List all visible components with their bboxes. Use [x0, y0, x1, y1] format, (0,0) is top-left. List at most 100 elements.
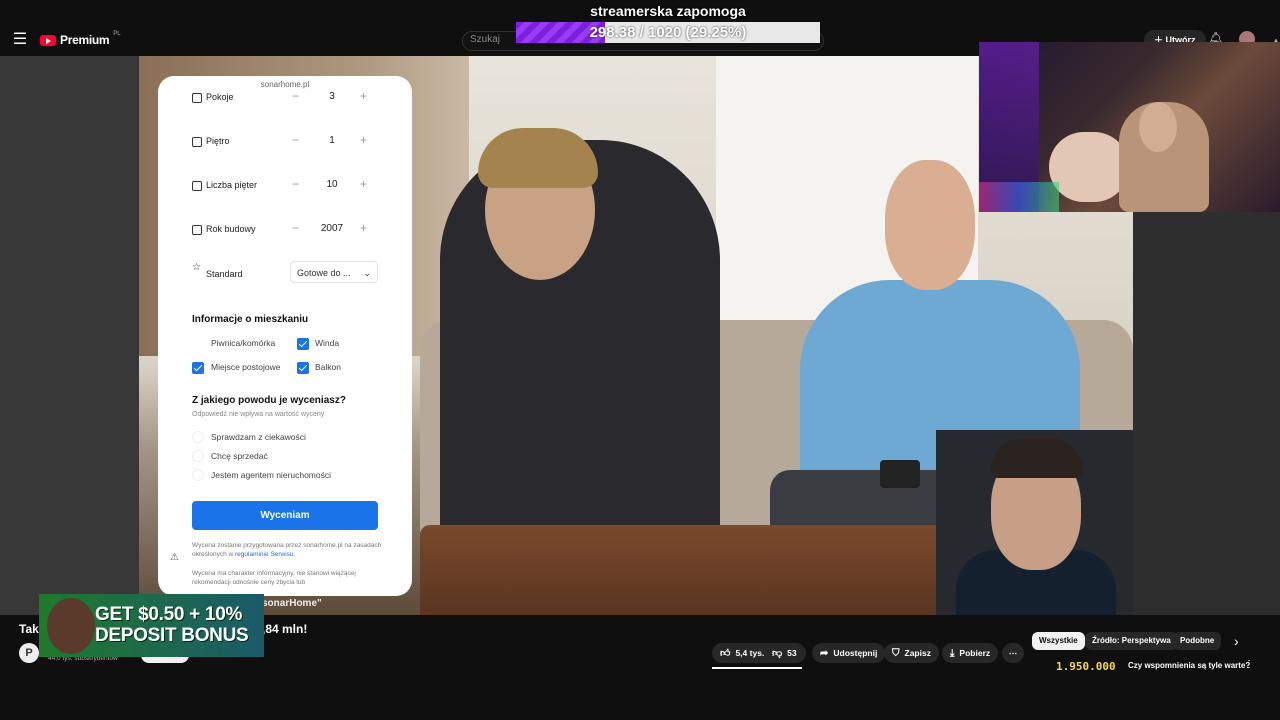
video-backdrop	[0, 56, 139, 615]
chip-source[interactable]: Źródło: Perspektywa	[1085, 632, 1178, 650]
thumbs-down-icon: 👎︎	[772, 648, 783, 659]
warning-icon: ⚠	[170, 552, 179, 563]
row-value[interactable]: 2007	[312, 223, 352, 234]
form-row-pietro: Piętro − 1 +	[192, 133, 382, 157]
checkbox-label: Balkon	[315, 362, 341, 372]
more-vert-icon[interactable]: ⋮	[1244, 659, 1254, 670]
logo-region: PL	[113, 31, 121, 37]
scene-phone	[880, 460, 920, 488]
checkbox-label: Miejsce postojowe	[211, 362, 281, 372]
logo-text: Premium	[60, 33, 110, 47]
form-row-pokoje: Pokoje − 3 +	[192, 89, 382, 113]
scene-table	[420, 525, 980, 615]
goal-progress-text: 298.38 / 1020 (29.25%)	[589, 24, 747, 41]
radio-ciekawosc[interactable]	[192, 431, 204, 443]
download-button[interactable]: ⤓ Pobierz	[942, 643, 999, 663]
decrement-button[interactable]: −	[292, 221, 299, 235]
checkbox-piwnica[interactable]	[192, 338, 204, 350]
radio-label: Chcę sprzedać	[211, 451, 268, 461]
increment-button[interactable]: +	[360, 221, 367, 235]
terms-link[interactable]: regulaminie Serwisu.	[235, 551, 295, 558]
download-label: Pobierz	[959, 648, 991, 658]
row-label: Rok budowy	[206, 224, 256, 234]
hamburger-icon[interactable]: ☰	[10, 30, 30, 50]
share-button[interactable]: ➦ Udostępnij	[812, 643, 886, 663]
row-value[interactable]: 3	[312, 91, 352, 102]
webcam-guest-hair	[991, 438, 1083, 478]
checkbox-winda[interactable]	[297, 338, 309, 350]
ad-mascot-icon	[47, 598, 95, 654]
form-row-rok-budowy: Rok budowy − 2007 +	[192, 221, 382, 245]
form-url: sonarhome.pl	[260, 80, 310, 89]
row-value[interactable]: 10	[312, 179, 352, 190]
increment-button[interactable]: +	[360, 133, 367, 147]
save-label: Zapisz	[904, 648, 931, 658]
checkbox-miejsce-postojowe[interactable]	[192, 362, 204, 374]
recommendation-title[interactable]: Czy wspomnienia są tyle warte?	[1128, 661, 1250, 670]
radio-label: Jestem agentem nieruchomości	[211, 470, 332, 480]
share-icon: ➦	[820, 648, 829, 659]
recommendation-counter: 1.950.000	[1056, 660, 1116, 673]
channel-avatar[interactable]: P	[19, 643, 39, 663]
checkbox-label: Piwnica/komórka	[211, 338, 276, 348]
row-label: Liczba pięter	[206, 180, 258, 190]
form-row-standard: ☆ Standard Gotowe do ... ⌄	[192, 261, 382, 285]
decrement-button[interactable]: −	[292, 177, 299, 191]
info-title: Informacje o mieszkaniu	[192, 314, 309, 325]
dislike-button[interactable]: 👎︎ 53	[768, 643, 806, 663]
reason-subtitle: Odpowiedź nie wpływa na wartość wyceny	[192, 411, 325, 418]
chip-similar[interactable]: Podobne	[1173, 632, 1222, 650]
search-placeholder: Szukaj	[470, 34, 501, 45]
reason-title: Z jakiego powodu je wyceniasz?	[192, 395, 346, 406]
radio-agent[interactable]	[192, 469, 204, 481]
dislike-count: 53	[787, 648, 797, 658]
calendar-icon	[192, 225, 202, 235]
standard-select[interactable]: Gotowe do ... ⌄	[290, 261, 378, 283]
checkbox-balkon[interactable]	[297, 362, 309, 374]
decrement-button[interactable]: −	[292, 133, 299, 147]
more-actions-button[interactable]: ⋯	[1002, 643, 1024, 663]
fine-print-2: Wycena ma charakter informacyjny, nie st…	[192, 570, 356, 586]
goal-title: streamerska zapomoga	[590, 3, 746, 19]
standard-value: Gotowe do ...	[297, 268, 351, 278]
bookmark-icon: ⛉	[892, 648, 900, 659]
increment-button[interactable]: +	[360, 177, 367, 191]
like-ratio-bar	[712, 667, 802, 669]
like-count: 5,4 tys.	[735, 648, 765, 658]
streamer-webcam	[979, 42, 1280, 212]
row-label: Standard	[206, 269, 243, 279]
star-icon: ☆	[192, 262, 201, 273]
row-value[interactable]: 1	[312, 135, 352, 146]
save-button[interactable]: ⛉ Zapisz	[884, 643, 939, 663]
scene-person-left-hair	[478, 128, 598, 188]
row-label: Piętro	[206, 136, 230, 146]
webcam-streamer-leg	[1049, 132, 1129, 202]
scene-person-right-head	[885, 160, 975, 290]
chevron-down-icon: ⌄	[363, 268, 371, 278]
download-icon: ⤓	[950, 648, 955, 659]
thumbs-up-icon: 👍︎	[720, 648, 731, 659]
increment-button[interactable]: +	[360, 89, 367, 103]
row-label: Pokoje	[206, 92, 234, 102]
radio-label: Sprawdzam z ciekawości	[211, 432, 306, 442]
fine-print: Wycena zostanie przygotowana przez sonar…	[192, 541, 382, 559]
decrement-button[interactable]: −	[292, 89, 299, 103]
share-label: Udostępnij	[833, 648, 878, 658]
submit-button[interactable]: Wyceniam	[192, 501, 378, 530]
video-title-end: ,84 mln!	[262, 622, 308, 636]
radio-sprzedac[interactable]	[192, 450, 204, 462]
youtube-logo[interactable]: Premium PL	[40, 31, 121, 47]
ad-banner[interactable]: GET $0.50 + 10% DEPOSIT BONUS	[39, 594, 264, 657]
chip-all[interactable]: Wszystkie	[1032, 632, 1085, 650]
form-row-liczba-pieter: Liczba pięter − 10 +	[192, 177, 382, 201]
checkbox-label: Winda	[315, 338, 340, 348]
video-title-fragment: sonarHome"	[262, 598, 322, 609]
building-icon	[192, 181, 202, 191]
video-title-start: Tak	[19, 622, 39, 636]
ad-text: GET $0.50 + 10% DEPOSIT BONUS	[95, 604, 249, 646]
webcam-streamer-head	[1139, 102, 1177, 152]
building-icon	[192, 137, 202, 147]
chevron-right-icon[interactable]: ›	[1234, 633, 1239, 649]
valuation-form: sonarhome.pl Pokoje − 3 + Piętro − 1 + L…	[158, 76, 412, 596]
youtube-play-icon	[40, 34, 56, 46]
